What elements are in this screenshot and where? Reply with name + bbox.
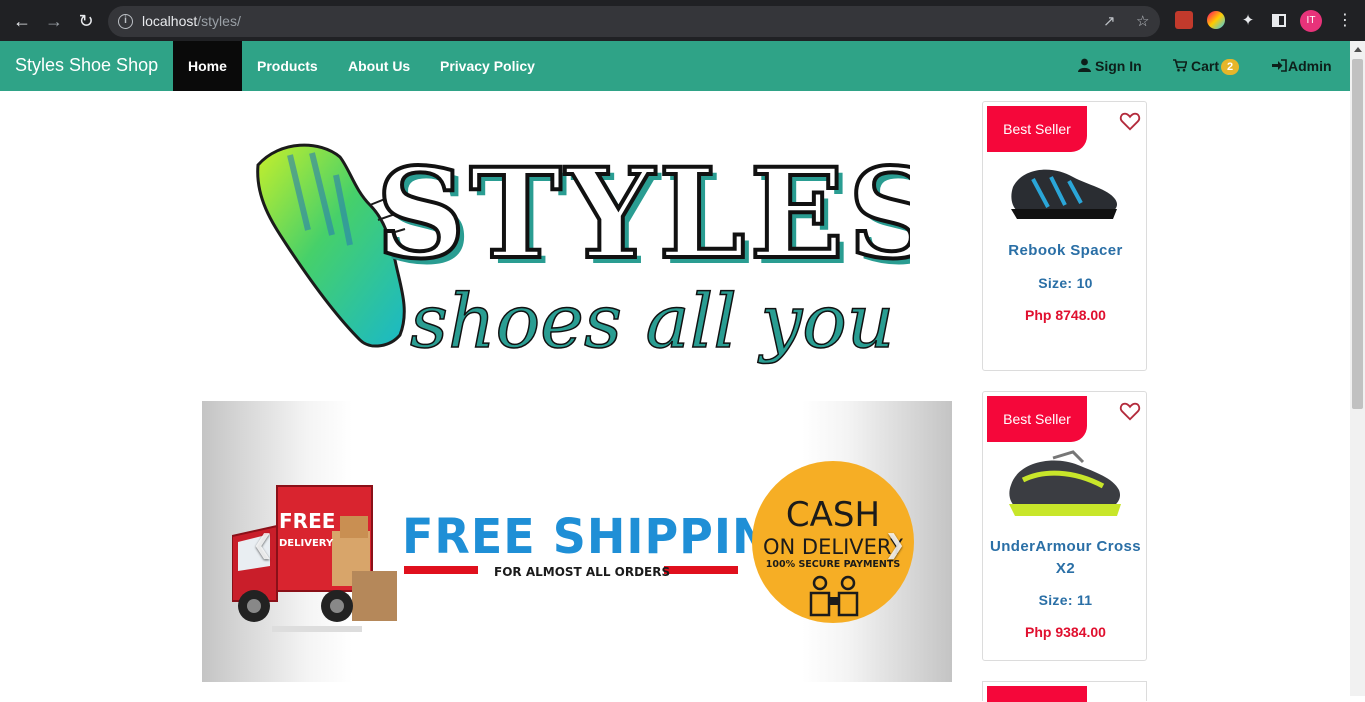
product-name[interactable]: UnderArmour Cross X2 — [983, 536, 1148, 580]
product-image[interactable] — [1003, 157, 1128, 232]
free-shipping-headline: FREE SHIPPING — [402, 507, 811, 565]
extensions-puzzle-icon[interactable]: ✦ — [1237, 10, 1259, 32]
styles-logo: STYLES STYLES shoes all you can — [250, 135, 1052, 380]
url-text[interactable]: localhost/styles/ — [142, 13, 241, 29]
product-size: Size: 10 — [1038, 275, 1093, 291]
brand-link[interactable]: Styles Shoe Shop — [15, 55, 158, 76]
best-seller-badge-partial — [987, 686, 1087, 702]
nav-home[interactable]: Home — [173, 41, 242, 91]
carousel-next-chevron-right-icon[interactable]: ❯ — [884, 529, 906, 560]
payment-handoff-icon — [809, 575, 859, 617]
log-in-icon — [1272, 59, 1287, 72]
product-size: Size: 11 — [1038, 592, 1093, 608]
reload-icon[interactable]: ↻ — [75, 10, 97, 32]
back-icon[interactable]: ← — [11, 10, 33, 32]
user-icon — [1078, 58, 1091, 72]
profile-avatar[interactable]: IT — [1300, 10, 1322, 32]
heart-wishlist-icon[interactable] — [1119, 400, 1141, 422]
product-price: Php 9384.00 — [1025, 624, 1106, 640]
truck-delivery-label: DELIVERY — [279, 538, 334, 549]
admin-link[interactable]: Admin — [1272, 41, 1332, 91]
nav-products[interactable]: Products — [242, 41, 333, 91]
shopping-cart-icon — [1173, 59, 1187, 72]
cod-line-3: 100% SECURE PAYMENTS — [765, 559, 901, 570]
menu-kebab-icon[interactable]: ⋮ — [1334, 10, 1356, 32]
logo-title: STYLES — [376, 142, 910, 287]
forward-icon[interactable]: → — [43, 10, 65, 32]
headline-left-bar — [404, 566, 478, 574]
nav-about-us[interactable]: About Us — [333, 41, 425, 91]
truck-free-label: FREE — [279, 509, 336, 533]
scrollbar-thumb[interactable] — [1352, 59, 1363, 409]
cart-count-badge: 2 — [1221, 59, 1240, 75]
browser-toolbar: ← → ↻ i localhost/styles/ ↗ ☆ ✦ IT ⋮ — [0, 0, 1365, 41]
admin-label: Admin — [1288, 58, 1332, 74]
sign-in-link[interactable]: Sign In — [1078, 41, 1142, 91]
product-card[interactable]: Best Seller UnderArmour Cross X2 Size: 1… — [982, 391, 1147, 661]
product-card[interactable]: Best Seller Rebook Spacer Size: 10 Php 8… — [982, 101, 1147, 371]
address-bar[interactable]: i localhost/styles/ ↗ ☆ — [108, 6, 1160, 37]
best-seller-badge: Best Seller — [987, 396, 1087, 442]
scroll-up-arrow-icon[interactable] — [1354, 47, 1362, 52]
cart-link[interactable]: Cart 2 — [1173, 41, 1240, 91]
logo-tagline: shoes all you can — [410, 279, 910, 365]
site-info-icon[interactable]: i — [118, 14, 133, 29]
nav-privacy-policy[interactable]: Privacy Policy — [425, 41, 550, 91]
promo-carousel[interactable]: FREE DELIVERY FREE SHIPPING FOR ALMOST A… — [202, 401, 952, 682]
side-panel-icon[interactable] — [1272, 14, 1286, 27]
product-price: Php 8748.00 — [1025, 307, 1106, 323]
best-seller-badge: Best Seller — [987, 106, 1087, 152]
sign-in-label: Sign In — [1095, 58, 1142, 74]
free-shipping-subline: FOR ALMOST ALL ORDERS — [494, 565, 671, 579]
heart-wishlist-icon[interactable] — [1119, 110, 1141, 132]
share-icon[interactable]: ↗ — [1103, 12, 1116, 30]
bookmark-star-icon[interactable]: ☆ — [1136, 12, 1149, 30]
headline-right-bar — [664, 566, 738, 574]
site-navbar: Styles Shoe Shop Home Products About Us … — [0, 41, 1350, 91]
delivery-truck-icon — [232, 485, 397, 632]
extension-color-icon[interactable] — [1207, 11, 1225, 29]
page-scrollbar[interactable] — [1350, 41, 1365, 696]
product-card-partial[interactable] — [982, 681, 1147, 702]
cart-label: Cart — [1191, 58, 1220, 74]
carousel-prev-chevron-left-icon[interactable]: ❮ — [252, 529, 274, 560]
extension-icon[interactable] — [1175, 11, 1193, 29]
product-image[interactable] — [1003, 450, 1128, 525]
product-name[interactable]: Rebook Spacer — [983, 240, 1148, 262]
